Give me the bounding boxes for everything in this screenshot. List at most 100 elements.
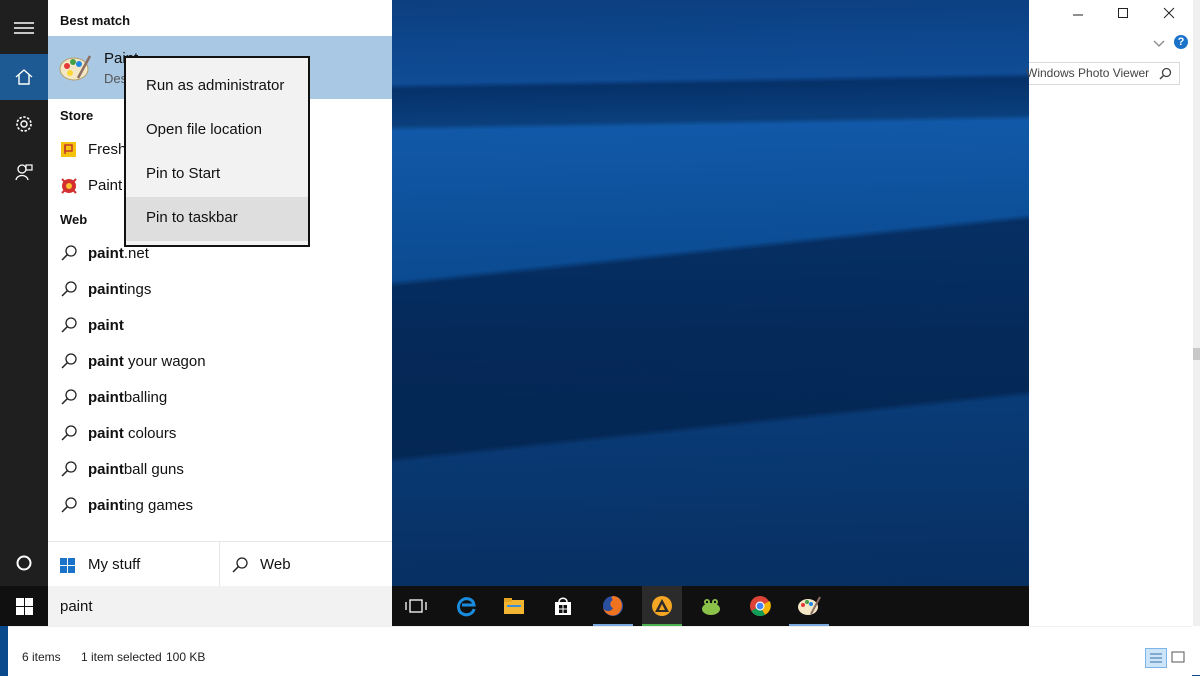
- search-icon: [61, 281, 77, 297]
- firefox-icon: [603, 596, 623, 616]
- web-result[interactable]: paint colours: [48, 416, 392, 452]
- ribbon-expand-button[interactable]: [1153, 36, 1165, 52]
- windows-logo-icon: [60, 558, 75, 573]
- menu-item-pin-to-start[interactable]: Pin to Start: [126, 153, 308, 197]
- store-button[interactable]: [543, 586, 583, 626]
- paint-app-icon: [59, 55, 92, 81]
- feedback-button[interactable]: [0, 149, 48, 195]
- web-result-text: paint your wagon: [88, 353, 206, 370]
- menu-item-label: Pin to taskbar: [146, 209, 238, 226]
- web-result[interactable]: paintballing: [48, 380, 392, 416]
- store-icon: [555, 597, 571, 615]
- web-result-text: paintings: [88, 281, 152, 298]
- tab-web[interactable]: Web: [220, 542, 392, 587]
- hamburger-icon: [14, 22, 34, 34]
- cortana-icon: [16, 555, 32, 571]
- gear-icon: [16, 116, 32, 132]
- status-selected: 1 item selected: [81, 650, 162, 664]
- status-size: 100 KB: [166, 650, 206, 664]
- menu-item-open-file-location[interactable]: Open file location: [126, 109, 308, 153]
- details-view-icon: [1150, 653, 1162, 663]
- minimize-button[interactable]: [1063, 6, 1093, 26]
- cortana-button[interactable]: [0, 540, 48, 586]
- edge-button[interactable]: [446, 586, 486, 626]
- start-left-rail: [0, 0, 48, 586]
- web-result-text: paint colours: [88, 425, 177, 442]
- explorer-search-box[interactable]: Windows Photo Viewer: [1026, 62, 1180, 85]
- file-explorer-button[interactable]: [494, 586, 534, 626]
- menu-item-label: Pin to Start: [146, 165, 221, 182]
- status-item-count: 6 items: [22, 650, 61, 664]
- web-result[interactable]: paint: [48, 308, 392, 344]
- file-explorer-icon: [504, 598, 524, 614]
- search-icon: [61, 389, 77, 405]
- tab-my-stuff[interactable]: My stuff: [48, 542, 219, 587]
- close-icon: [1163, 7, 1175, 19]
- large-icons-view-icon: [1171, 651, 1185, 663]
- maximize-button[interactable]: [1108, 6, 1138, 26]
- edge-icon: [457, 597, 476, 617]
- web-result-text: paintballing: [88, 389, 168, 406]
- start-button[interactable]: [0, 586, 48, 626]
- web-result[interactable]: paint your wagon: [48, 344, 392, 380]
- task-view-button[interactable]: [396, 586, 436, 626]
- scrollbar-thumb[interactable]: [1193, 348, 1200, 360]
- desktop-wallpaper: [392, 0, 1029, 586]
- menu-item-label: Open file location: [146, 121, 262, 138]
- paint-taskbar-button[interactable]: [789, 586, 829, 626]
- firefox-button[interactable]: [593, 586, 633, 626]
- menu-item-run-as-administrator[interactable]: Run as administrator: [126, 65, 308, 109]
- search-query: paint: [60, 598, 93, 615]
- search-icon: [1159, 67, 1172, 80]
- store-item-label: Paint: [88, 177, 123, 194]
- store-heading: Store: [60, 108, 94, 123]
- minimize-icon: [1073, 14, 1083, 16]
- task-view-icon: [405, 599, 427, 613]
- search-icon: [232, 557, 248, 573]
- menu-item-label: Run as administrator: [146, 77, 285, 94]
- web-result-text: paintball guns: [88, 461, 184, 478]
- web-result-text: paint.net: [88, 245, 149, 262]
- details-view-button[interactable]: [1145, 648, 1167, 668]
- web-result[interactable]: painting games: [48, 488, 392, 524]
- aimp-button[interactable]: [642, 586, 682, 626]
- running-indicator: [789, 624, 829, 626]
- maximize-icon: [1118, 8, 1128, 18]
- chevron-down-icon: [1153, 40, 1165, 47]
- explorer-scrollbar[interactable]: [1193, 0, 1200, 626]
- taskbar-search-box[interactable]: paint: [48, 586, 392, 626]
- tab-my-stuff-label: My stuff: [88, 556, 141, 573]
- home-icon: [15, 69, 33, 85]
- help-button[interactable]: ?: [1174, 35, 1188, 49]
- explorer-status-bar: 6 items 1 item selected 100 KB: [8, 626, 1192, 676]
- search-icon: [61, 425, 77, 441]
- web-result-text: painting games: [88, 497, 194, 514]
- search-filter-tabs: My stuff Web: [48, 541, 392, 587]
- web-result-text: paint: [88, 317, 124, 334]
- fresh-paint-icon: [61, 142, 76, 157]
- file-explorer-window: ?: [1029, 0, 1200, 675]
- context-menu: Run as administrator Open file location …: [124, 56, 310, 247]
- home-button[interactable]: [0, 54, 48, 100]
- search-icon: [61, 353, 77, 369]
- tab-web-label: Web: [260, 556, 291, 573]
- menu-item-pin-to-taskbar[interactable]: Pin to taskbar: [126, 197, 308, 241]
- web-result[interactable]: paintings: [48, 272, 392, 308]
- large-icons-view-button[interactable]: [1168, 648, 1188, 666]
- feedback-icon: [15, 164, 33, 181]
- hamburger-menu-button[interactable]: [0, 5, 48, 51]
- paint-icon: [798, 596, 821, 615]
- close-button[interactable]: [1154, 6, 1184, 26]
- search-icon: [61, 497, 77, 513]
- chrome-icon: [750, 596, 771, 617]
- web-result[interactable]: paintball guns: [48, 452, 392, 488]
- search-icon: [61, 461, 77, 477]
- frog-app-button[interactable]: [691, 586, 731, 626]
- running-indicator: [593, 624, 633, 626]
- web-heading: Web: [60, 212, 88, 227]
- search-icon: [61, 317, 77, 333]
- chrome-button[interactable]: [740, 586, 780, 626]
- windows-logo-icon: [15, 597, 33, 615]
- settings-button[interactable]: [0, 101, 48, 147]
- search-icon: [61, 245, 77, 261]
